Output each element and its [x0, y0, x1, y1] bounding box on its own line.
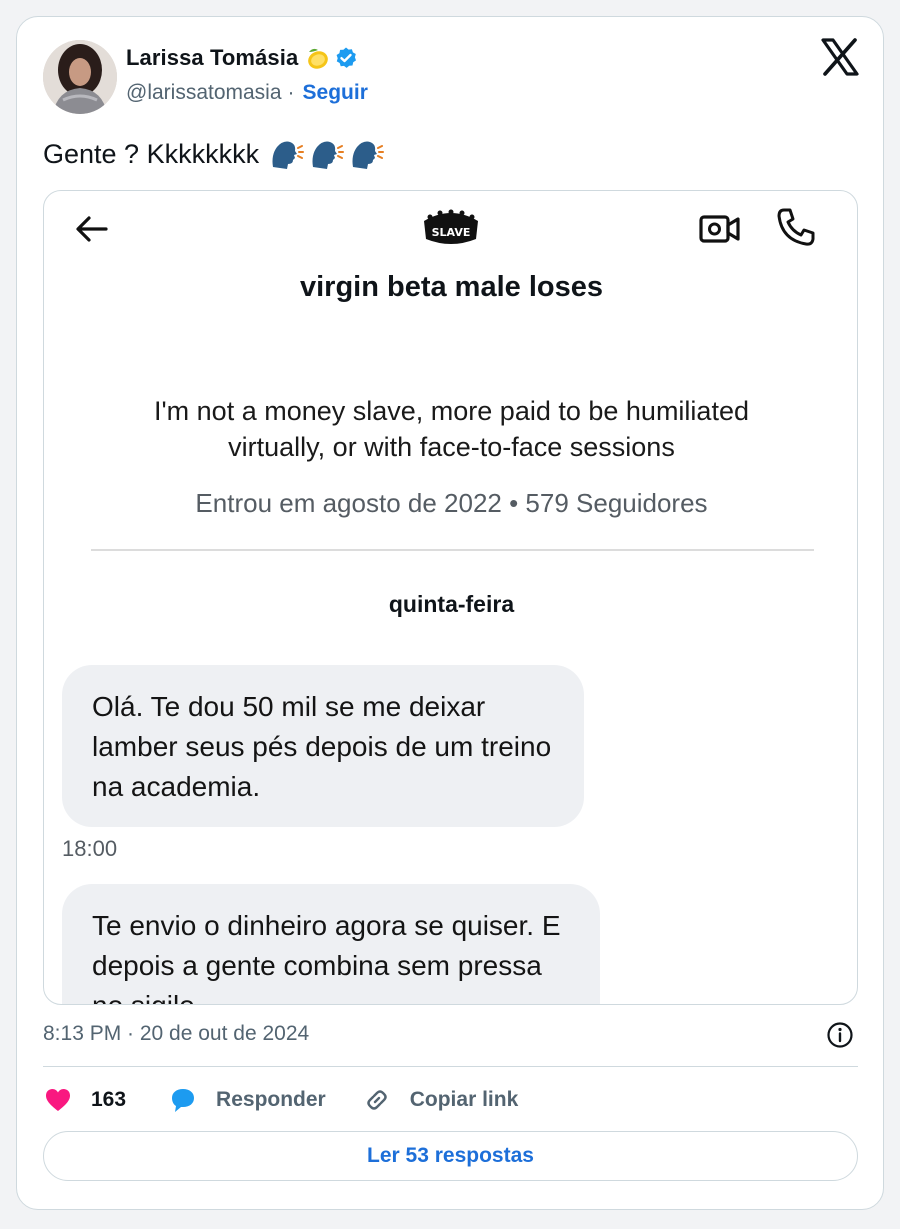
author-name-row: Larissa Tomásia	[126, 45, 358, 71]
copy-link-button[interactable]: Copiar link	[362, 1085, 519, 1115]
tweet-text: Gente ? Kkkkkkkk	[43, 138, 260, 169]
attached-image[interactable]: SLAVE virgin beta male loses I'm not a m…	[43, 190, 858, 1005]
read-replies-button[interactable]: Ler 53 respostas	[43, 1131, 858, 1181]
speaking-head-icon	[309, 137, 345, 171]
video-call-icon	[698, 209, 742, 249]
separator-dot: ·	[287, 81, 295, 104]
like-count: 163	[91, 1088, 127, 1111]
info-icon[interactable]	[826, 1021, 854, 1049]
profile-title: virgin beta male loses	[299, 271, 603, 303]
heart-icon	[46, 1089, 70, 1111]
back-arrow-icon	[72, 209, 112, 249]
phone-call-icon	[774, 205, 818, 249]
author-name[interactable]: Larissa Tomásia	[126, 45, 298, 71]
message-bubble: Te envio o dinheiro agora se quiser. E d…	[62, 884, 600, 1004]
tweet-timestamp[interactable]: 8:13 PM · 20 de out de 2024	[43, 1022, 309, 1046]
profile-logo: SLAVE	[420, 207, 482, 247]
follow-button[interactable]: Seguir	[303, 81, 368, 105]
day-label: quinta-feira	[388, 591, 515, 617]
tweet-text-row: Gente ? Kkkkkkkk	[43, 137, 385, 171]
lemon-emoji-icon	[304, 46, 330, 70]
message-time: 18:00	[62, 836, 118, 861]
link-icon	[367, 1090, 387, 1110]
speaking-head-icon	[269, 137, 305, 171]
avatar-image	[43, 40, 117, 114]
speaking-head-icon	[349, 137, 385, 171]
reply-bubble-icon	[172, 1089, 195, 1112]
logo-text: SLAVE	[432, 226, 471, 239]
x-logo-icon[interactable]	[820, 38, 860, 76]
message-bubble: Olá. Te dou 50 mil se me deixar lamber s…	[62, 665, 584, 827]
action-bar: 163 Responder Copiar link	[43, 1083, 518, 1117]
like-button[interactable]: 163	[43, 1085, 126, 1115]
author-handle-row: @larissatomasia · Seguir	[126, 81, 368, 105]
profile-bio-line2: virtually, or with face-to-face sessions	[228, 432, 675, 462]
profile-meta: Entrou em agosto de 2022 • 579 Seguidore…	[195, 488, 708, 518]
profile-bio: I'm not a money slave, more paid to be h…	[84, 393, 819, 465]
divider	[43, 1066, 858, 1067]
copy-link-label: Copiar link	[409, 1088, 519, 1111]
reply-label: Responder	[216, 1088, 326, 1111]
divider	[91, 549, 814, 551]
profile-bio-line1: I'm not a money slave, more paid to be h…	[154, 396, 749, 426]
verified-badge-icon	[334, 46, 358, 70]
author-avatar[interactable]	[43, 40, 117, 114]
author-handle[interactable]: @larissatomasia	[126, 81, 282, 105]
reply-button[interactable]: Responder	[168, 1085, 326, 1115]
